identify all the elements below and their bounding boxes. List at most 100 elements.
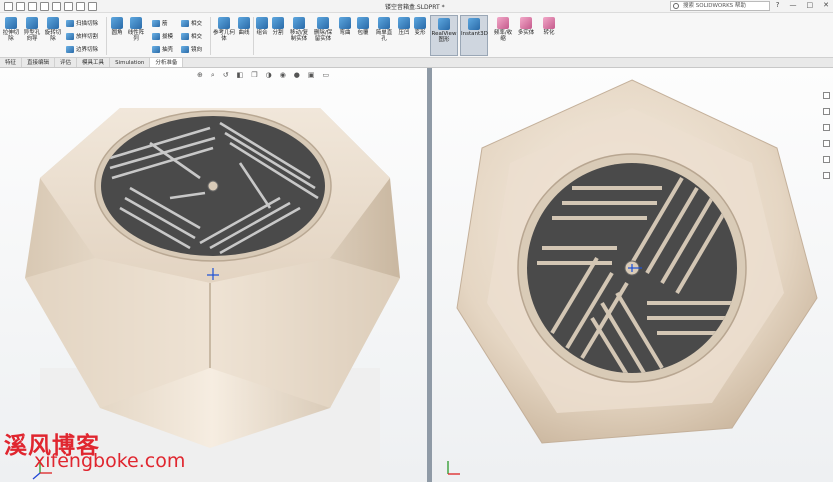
display-style-icon[interactable]: ◑ (266, 71, 272, 80)
mirror-icon (181, 45, 189, 53)
new-icon[interactable] (4, 2, 13, 11)
rebuild-icon[interactable] (76, 2, 85, 11)
ribbon-separator (253, 17, 254, 55)
delete-keep-body-button[interactable]: 删除/保留实体 (312, 17, 334, 42)
close-button[interactable]: ✕ (823, 1, 829, 9)
tab-analysis-prep[interactable]: 分析准备 (150, 58, 184, 67)
search-icon (673, 3, 679, 9)
view-settings-icon[interactable]: ▭ (323, 71, 330, 80)
appearance-icon[interactable]: ● (294, 71, 300, 80)
deform-button[interactable]: 变形 (413, 17, 427, 36)
instant3d-icon (468, 18, 480, 30)
boundary-cut-button[interactable]: 边界切除 (66, 45, 98, 53)
view-orientation-icon[interactable]: ❒ (251, 71, 257, 80)
command-manager-ribbon: 拉伸切除 异型孔向导 旋转切除 扫描切除 放样切割 边界切除 圆角 线性阵列 筋… (0, 13, 833, 58)
print-icon[interactable] (40, 2, 49, 11)
reference-geometry-button[interactable]: 参考几何体 (213, 17, 235, 42)
section-view-icon[interactable]: ◧ (237, 71, 244, 80)
extrude-cut-icon (5, 17, 17, 29)
heads-up-view-toolbar: ⊕ ⌕ ↺ ◧ ❒ ◑ ◉ ● ▣ ▭ (197, 71, 329, 80)
center-boss (207, 180, 219, 192)
undo-icon[interactable] (52, 2, 61, 11)
file-explorer-icon[interactable] (823, 124, 830, 131)
previous-view-icon[interactable]: ↺ (223, 71, 229, 80)
curves-icon (238, 17, 250, 29)
resources-icon[interactable] (823, 92, 830, 99)
draft-button[interactable]: 拔模 (152, 32, 173, 40)
quick-access-toolbar (4, 2, 97, 11)
tab-features[interactable]: 特征 (0, 58, 23, 67)
hide-show-icon[interactable]: ◉ (280, 71, 286, 80)
ribbon-separator (210, 17, 211, 55)
ribbon-separator (106, 17, 107, 55)
instant3d-button[interactable]: Instant3D (460, 15, 488, 56)
combine-button[interactable]: 组合 (255, 17, 269, 36)
multibody-button[interactable]: 多实体 (515, 17, 537, 36)
view-palette-icon[interactable] (823, 140, 830, 147)
flex-button[interactable]: 弯曲 (338, 17, 352, 36)
loft-cut-icon (66, 32, 74, 40)
mirror-button[interactable]: 镜向 (181, 45, 202, 53)
tab-direct-edit[interactable]: 直接编辑 (22, 58, 56, 67)
design-library-icon[interactable] (823, 108, 830, 115)
tab-evaluate[interactable]: 评估 (55, 58, 78, 67)
convert-icon (543, 17, 555, 29)
revolve-cut-button[interactable]: 旋转切除 (44, 17, 62, 42)
frequency-icon (497, 17, 509, 29)
simple-hole-icon (378, 17, 390, 29)
wrap-feature-icon (357, 17, 369, 29)
linear-pattern-icon (130, 17, 142, 29)
zoom-area-icon[interactable]: ⌕ (211, 71, 215, 80)
solidworks-window: 镂空音箱盒.SLDPRT * 搜索 SOLIDWORKS 帮助 ? — □ ✕ … (0, 0, 833, 482)
indent-button[interactable]: 压凹 (397, 17, 411, 36)
rib-button[interactable]: 筋 (152, 19, 168, 27)
split-button[interactable]: 分割 (271, 17, 285, 36)
simple-hole-button[interactable]: 简单直孔 (374, 17, 394, 42)
frequency-button[interactable]: 频率/收缩 (492, 17, 514, 42)
wrap-small-button[interactable]: 相交 (181, 19, 202, 27)
sweep-cut-button[interactable]: 扫描切除 (66, 19, 98, 27)
move-copy-bodies-button[interactable]: 移动/复制实体 (288, 17, 310, 42)
help-search-input[interactable]: 搜索 SOLIDWORKS 帮助 (670, 1, 770, 11)
convert-button[interactable]: 转化 (538, 17, 560, 36)
revolve-cut-icon (47, 17, 59, 29)
multibody-icon (520, 17, 532, 29)
curves-button[interactable]: 曲线 (237, 17, 251, 36)
realview-graphics-button[interactable]: RealView 图形 (430, 15, 458, 56)
tab-mold-tools[interactable]: 模具工具 (77, 58, 111, 67)
intersect-button[interactable]: 相交 (181, 32, 202, 40)
realview-icon (438, 18, 450, 30)
scene-icon[interactable]: ▣ (308, 71, 315, 80)
title-bar: 镂空音箱盒.SLDPRT * 搜索 SOLIDWORKS 帮助 ? — □ ✕ (0, 0, 833, 13)
appearances-icon[interactable] (823, 156, 830, 163)
tab-simulation[interactable]: Simulation (110, 58, 151, 67)
loft-cut-button[interactable]: 放样切割 (66, 32, 98, 40)
open-icon[interactable] (16, 2, 25, 11)
rib-icon (152, 19, 160, 27)
combine-icon (256, 17, 268, 29)
shell-button[interactable]: 抽壳 (152, 45, 173, 53)
graphics-viewport-left[interactable] (0, 68, 427, 482)
intersect-icon (181, 32, 189, 40)
options-icon[interactable] (88, 2, 97, 11)
sweep-cut-icon (66, 19, 74, 27)
help-button[interactable]: ? (776, 1, 780, 9)
zoom-to-fit-icon[interactable]: ⊕ (197, 71, 203, 80)
custom-properties-icon[interactable] (823, 172, 830, 179)
linear-pattern-button[interactable]: 线性阵列 (127, 17, 145, 42)
extrude-cut-button[interactable]: 拉伸切除 (2, 17, 20, 42)
maximize-button[interactable]: □ (807, 1, 814, 9)
hole-wizard-icon (26, 17, 38, 29)
hole-wizard-button[interactable]: 异型孔向导 (22, 17, 42, 42)
graphics-viewport-right[interactable] (432, 68, 833, 482)
fillet-button[interactable]: 圆角 (109, 17, 125, 36)
part-top-view (447, 79, 818, 475)
indent-icon (398, 17, 410, 29)
wrap-button[interactable]: 包覆 (356, 17, 370, 36)
delete-body-icon (317, 17, 329, 29)
boundary-cut-icon (66, 45, 74, 53)
select-icon[interactable] (64, 2, 73, 11)
save-icon[interactable] (28, 2, 37, 11)
split-icon (272, 17, 284, 29)
minimize-button[interactable]: — (790, 1, 797, 9)
